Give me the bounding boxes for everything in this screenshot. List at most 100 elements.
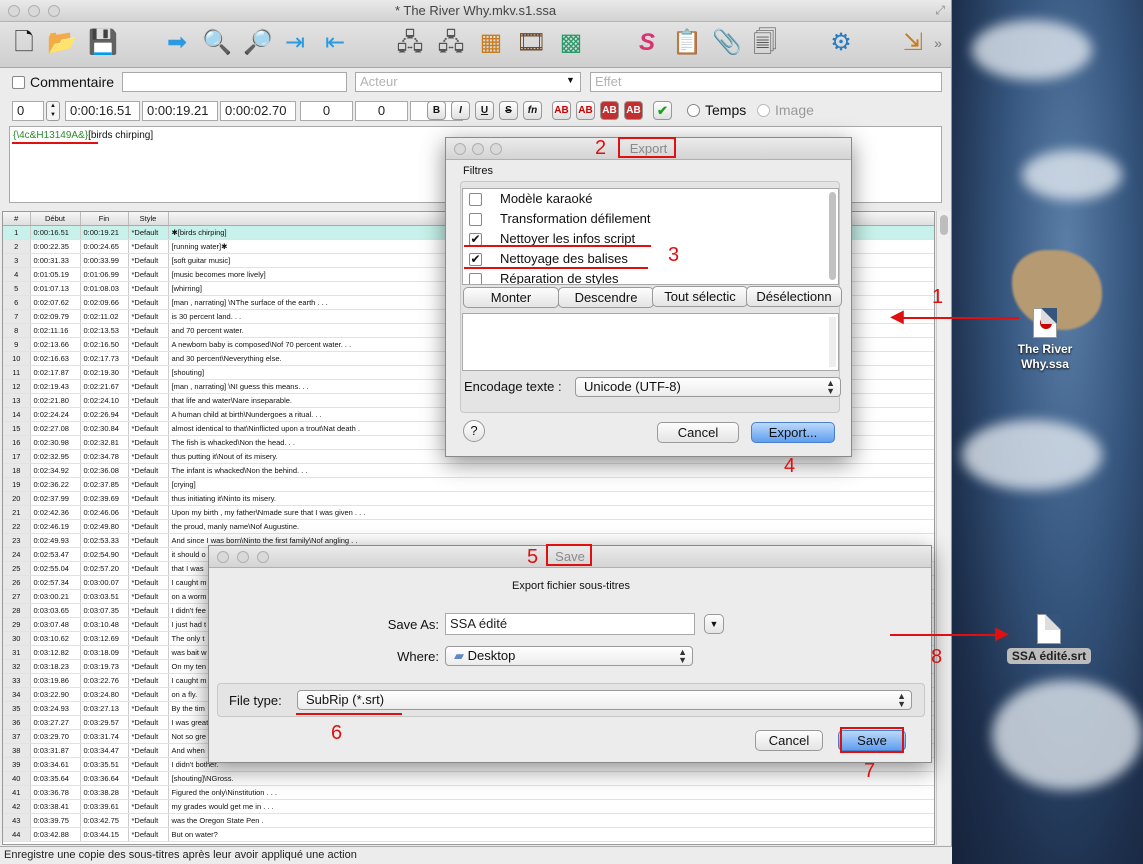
minimize-window-button[interactable]	[237, 551, 249, 563]
table-row[interactable]: 22 0:02:46.19 0:02:49.80 *Default the proud,…	[3, 519, 934, 534]
open-folder-icon[interactable]: 📂	[47, 28, 77, 58]
save-disk-icon[interactable]: 💾	[88, 28, 118, 58]
outline-color-button[interactable]: AB	[600, 101, 619, 120]
paperclip-icon[interactable]: 📎	[712, 28, 742, 58]
primary-color-button[interactable]: AB	[552, 101, 571, 120]
new-file-icon[interactable]: 🗋	[9, 28, 39, 58]
jump-to-start-icon[interactable]: ⇥	[280, 28, 310, 58]
move-up-button[interactable]: Monter	[463, 287, 559, 308]
style-select[interactable]	[122, 72, 347, 92]
where-select[interactable]: ▰ Desktop ▲ ▼	[445, 646, 693, 666]
filter-item[interactable]: Modèle karaoké	[463, 189, 838, 209]
strikeout-button[interactable]: S	[499, 101, 518, 120]
table-row[interactable]: 44 0:03:42.88 0:03:44.15 *Default But on wat…	[3, 827, 934, 842]
end-time-field[interactable]: 0:00:19.21	[142, 101, 218, 121]
start-time-field[interactable]: 0:00:16.51	[65, 101, 140, 121]
grid-column-header[interactable]: Fin	[80, 212, 129, 226]
zoom-window-button[interactable]	[257, 551, 269, 563]
margin-left-field[interactable]: 0	[300, 101, 353, 121]
grid-column-header[interactable]: Début	[30, 212, 81, 226]
time-radio[interactable]	[687, 104, 700, 117]
network-alt-icon[interactable]: 🖧	[436, 28, 466, 58]
minimize-window-button[interactable]	[28, 5, 40, 17]
filter-checkbox[interactable]	[469, 193, 482, 207]
layer-stepper[interactable]: ▲ ▼	[46, 101, 60, 121]
select-all-button[interactable]: Tout sélectic	[652, 286, 748, 307]
zoom-out-icon[interactable]: 🔎	[243, 28, 273, 58]
table-grid-icon[interactable]: ▦	[476, 28, 506, 58]
table-row[interactable]: 21 0:02:42.36 0:02:46.06 *Default Upon my bi…	[3, 505, 934, 520]
bold-button[interactable]: B	[427, 101, 446, 120]
deselect-all-button[interactable]: Désélectionn	[746, 286, 842, 307]
table-cell: 0:02:34.78	[80, 449, 129, 464]
duration-field[interactable]: 0:00:02.70	[220, 101, 296, 121]
layer-field[interactable]: 0	[12, 101, 44, 121]
font-button[interactable]: fn	[523, 101, 542, 120]
gear-icon[interactable]: ⚙	[826, 28, 856, 58]
script-s-icon[interactable]: S	[632, 28, 662, 58]
file-type-select[interactable]: SubRip (*.srt) ▲ ▼	[297, 690, 912, 710]
network-icon[interactable]: 🖧	[395, 28, 425, 58]
film-strip-icon[interactable]: 🎞	[516, 28, 546, 58]
image-label: Image	[775, 102, 814, 118]
table-cell: 6	[3, 295, 31, 310]
text-tool-icon[interactable]: 🗐	[750, 28, 780, 58]
filter-item[interactable]: Réparation de styles	[463, 269, 838, 285]
filters-scroll-thumb[interactable]	[829, 192, 836, 280]
actor-dropdown-icon[interactable]: ▼	[566, 75, 575, 85]
filter-checkbox[interactable]	[469, 273, 482, 284]
filters-list[interactable]: Modèle karaoké Transformation défilement ✔…	[462, 188, 839, 285]
table-row[interactable]: 40 0:03:35.64 0:03:36.64 *Default [shouting]…	[3, 771, 934, 786]
close-window-button[interactable]	[454, 143, 466, 155]
table-row[interactable]: 42 0:03:38.41 0:03:39.61 *Default my grades …	[3, 799, 934, 814]
export-confirm-button[interactable]: Export...	[751, 422, 835, 443]
play-arrow-icon[interactable]: ➡	[162, 28, 192, 58]
table-row[interactable]: 19 0:02:36.22 0:02:37.85 *Default [crying]	[3, 477, 934, 492]
zoom-window-button[interactable]	[48, 5, 60, 17]
close-window-button[interactable]	[8, 5, 20, 17]
expand-chevron-icon[interactable]: ▼	[704, 614, 724, 634]
table-row[interactable]: 18 0:02:34.92 0:02:36.08 *Default The infant…	[3, 463, 934, 478]
export-cancel-button[interactable]: Cancel	[657, 422, 739, 443]
shadow-color-button[interactable]: AB	[624, 101, 643, 120]
encoding-select[interactable]: Unicode (UTF-8) ▲ ▼	[575, 377, 841, 397]
secondary-color-button[interactable]: AB	[576, 101, 595, 120]
underline-button[interactable]: U	[475, 101, 494, 120]
image-radio[interactable]	[757, 104, 770, 117]
filter-checkbox[interactable]: ✔	[469, 253, 482, 267]
notepad-icon[interactable]: 📋	[672, 28, 702, 58]
window-arrow-icon[interactable]: ⇲	[898, 28, 928, 58]
move-down-button[interactable]: Descendre	[558, 287, 654, 308]
table-row[interactable]: 43 0:03:39.75 0:03:42.75 *Default was the Or…	[3, 813, 934, 828]
actor-field[interactable]: Acteur	[355, 72, 581, 92]
table-row[interactable]: 41 0:03:36.78 0:03:38.28 *Default Figured th…	[3, 785, 934, 800]
close-window-button[interactable]	[217, 551, 229, 563]
grid-column-header[interactable]: #	[3, 212, 31, 226]
table-row[interactable]: 20 0:02:37.99 0:02:39.69 *Default thus initi…	[3, 491, 934, 506]
annotation-arrowhead-icon: ◀	[890, 306, 904, 326]
effect-field[interactable]: Effet	[590, 72, 942, 92]
grid-scroll-thumb[interactable]	[940, 215, 948, 235]
save-cancel-button[interactable]: Cancel	[755, 730, 823, 751]
annotation-number: 1	[932, 286, 944, 308]
zoom-window-button[interactable]	[490, 143, 502, 155]
commit-checkmark-icon[interactable]: ✔	[653, 101, 672, 120]
italic-button[interactable]: I	[451, 101, 470, 120]
comment-checkbox[interactable]	[12, 76, 25, 89]
minimize-window-button[interactable]	[472, 143, 484, 155]
desktop-file-srt[interactable]: SSA édité.srt	[994, 614, 1104, 664]
save-as-field[interactable]: SSA édité	[445, 613, 695, 635]
filter-label: Réparation de styles	[500, 271, 619, 285]
table-cell: 20	[3, 491, 31, 506]
filter-item[interactable]: ✔ Nettoyage des balises	[463, 249, 838, 269]
zoom-in-icon[interactable]: 🔍	[202, 28, 232, 58]
video-icon[interactable]: ▩	[556, 28, 586, 58]
filter-item[interactable]: Transformation défilement	[463, 209, 838, 229]
more-chevrons-icon[interactable]: »	[928, 28, 948, 58]
jump-to-end-icon[interactable]: ⇤	[320, 28, 350, 58]
filter-checkbox[interactable]	[469, 213, 482, 227]
grid-column-header[interactable]: Style	[128, 212, 169, 226]
fullscreen-icon[interactable]: ⤢	[935, 3, 945, 18]
margin-right-field[interactable]: 0	[355, 101, 408, 121]
help-button[interactable]: ?	[463, 420, 485, 442]
